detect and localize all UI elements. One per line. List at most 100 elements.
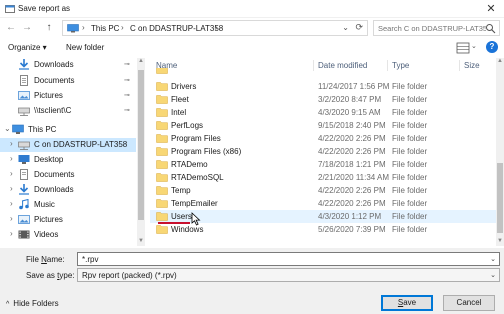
download-arrow-icon (19, 184, 29, 195)
up-arrow-icon[interactable]: ↑ (42, 21, 56, 35)
scroll-up-icon[interactable]: ▲ (137, 58, 145, 64)
navigation-pane: Downloads ⊸ Documents ⊸ Pictures ⊸ \\tsc… (0, 58, 145, 246)
forward-arrow-icon[interactable]: → (20, 21, 34, 35)
table-row[interactable]: RTADemo 7/18/2018 1:21 PM File folder (150, 158, 496, 171)
pin-icon: ⊸ (124, 61, 130, 68)
expand-chevron-icon[interactable]: › (10, 184, 13, 193)
table-row[interactable]: Intel 4/3/2020 9:15 AM File folder (150, 106, 496, 119)
help-icon[interactable]: ? (486, 41, 498, 53)
table-row[interactable]: Program Files 4/22/2020 2:26 PM File fol… (150, 132, 496, 145)
scrollbar-thumb[interactable] (138, 70, 144, 220)
nav-item-documents-pc[interactable]: › Documents (4, 168, 136, 182)
table-row[interactable]: RTADemoSQL 2/21/2020 11:34 AM File folde… (150, 171, 496, 184)
nav-item-downloads-pc[interactable]: › Downloads (4, 183, 136, 197)
table-row[interactable]: Temp 4/22/2020 2:26 PM File folder (150, 184, 496, 197)
expand-chevron-icon[interactable]: › (10, 169, 13, 178)
file-date: 7/18/2018 1:21 PM (318, 160, 386, 169)
save-type-select[interactable]: Rpv report (packed) (*.rpv) ⌄ (77, 268, 500, 282)
nav-item-c-drive[interactable]: › C on DDASTRUP-LAT358 (0, 138, 136, 152)
expand-chevron-icon[interactable]: › (10, 154, 13, 163)
expand-chevron-icon[interactable]: › (10, 229, 13, 238)
search-box[interactable] (373, 20, 500, 36)
file-name: Program Files (x86) (171, 147, 242, 156)
nav-item-pictures[interactable]: Pictures ⊸ (4, 89, 136, 103)
chevron-down-icon[interactable]: ⌄ (490, 271, 496, 279)
annotation-underline (158, 222, 190, 224)
scrollbar-thumb[interactable] (497, 163, 503, 233)
expand-chevron-icon[interactable]: › (10, 139, 13, 148)
folder-icon (156, 160, 168, 169)
save-button[interactable]: Save (381, 295, 433, 311)
search-input[interactable] (378, 22, 486, 34)
table-row[interactable]: PerfLogs 9/15/2018 2:40 PM File folder (150, 119, 496, 132)
video-icon (18, 230, 30, 239)
network-drive-icon (18, 141, 30, 150)
computer-icon (12, 124, 24, 134)
nav-item-videos[interactable]: › Videos (4, 228, 136, 242)
folder-icon (156, 68, 168, 74)
table-row-users[interactable]: Users 4/3/2020 1:12 PM File folder (150, 210, 496, 223)
table-row[interactable]: TempEmailer 4/22/2020 2:26 PM File folde… (150, 197, 496, 210)
view-options-icon[interactable] (456, 42, 470, 54)
nav-item-pictures-pc[interactable]: › Pictures (4, 213, 136, 227)
nav-item-label: \\tsclient\C (34, 106, 72, 115)
download-arrow-icon (19, 59, 29, 70)
folder-icon (156, 225, 168, 234)
table-row[interactable]: Drivers 11/24/2017 1:56 PM File folder (150, 80, 496, 93)
scroll-up-icon[interactable]: ▲ (496, 58, 504, 64)
breadcrumb-this-pc[interactable]: This PC (91, 24, 119, 33)
table-row[interactable]: Program Files (x86) 4/22/2020 2:26 PM Fi… (150, 145, 496, 158)
pin-icon: ⊸ (124, 92, 130, 99)
file-date: 4/22/2020 2:26 PM (318, 199, 386, 208)
file-list: ^ Name Date modified Type Size Drivers 1… (150, 58, 504, 246)
hide-folders-toggle[interactable]: ^ Hide Folders (6, 299, 59, 308)
search-icon (486, 24, 496, 34)
scroll-down-icon[interactable]: ▼ (496, 238, 504, 244)
expand-chevron-icon[interactable]: › (10, 199, 13, 208)
chevron-down-icon[interactable]: ⌄ (342, 23, 349, 32)
toolbar: Organize ▾ New folder ⌄ ? (0, 40, 504, 56)
nav-item-this-pc[interactable]: ⌄ This PC (4, 123, 136, 137)
back-arrow-icon[interactable]: ← (4, 21, 18, 35)
picture-icon (18, 91, 30, 100)
cancel-button[interactable]: Cancel (443, 295, 495, 311)
folder-icon (156, 108, 168, 117)
file-list-scrollbar[interactable]: ▲ ▼ (496, 58, 504, 246)
window-title: Save report as (18, 4, 71, 13)
table-row-partial[interactable] (150, 68, 496, 74)
file-type: File folder (392, 225, 428, 234)
caret-up-icon: ^ (6, 301, 10, 308)
document-icon (20, 169, 28, 180)
nav-item-desktop[interactable]: › Desktop (4, 153, 136, 167)
scroll-down-icon[interactable]: ▼ (137, 238, 145, 244)
nav-scrollbar[interactable]: ▲ ▼ (137, 58, 145, 246)
nav-item-label: Documents (34, 170, 75, 179)
expand-chevron-icon[interactable]: ⌄ (4, 124, 11, 133)
address-bar[interactable]: › This PC › C on DDASTRUP-LAT358 › ⌄ ⟳ (62, 20, 368, 36)
file-name-value[interactable]: *.rpv (82, 255, 98, 264)
file-name-field[interactable]: *.rpv ⌄ (77, 252, 500, 266)
close-icon[interactable]: ✕ (484, 2, 498, 16)
nav-item-tsclient[interactable]: \\tsclient\C ⊸ (4, 104, 136, 118)
new-folder-button[interactable]: New folder (66, 43, 104, 52)
nav-item-music[interactable]: › Music (4, 198, 136, 212)
breadcrumb-c-drive[interactable]: C on DDASTRUP-LAT358 (130, 24, 223, 33)
chevron-down-icon[interactable]: ⌄ (490, 255, 496, 263)
refresh-icon[interactable]: ⟳ (355, 22, 363, 33)
file-name: Fleet (171, 95, 189, 104)
document-icon (20, 75, 28, 86)
expand-chevron-icon[interactable]: › (10, 214, 13, 223)
save-form: File Name: *.rpv ⌄ Save as type: Rpv rep… (0, 248, 504, 314)
file-name: RTADemo (171, 160, 208, 169)
organize-button[interactable]: Organize ▾ (8, 43, 47, 52)
nav-item-downloads[interactable]: Downloads ⊸ (4, 58, 136, 72)
file-name: Temp (171, 186, 191, 195)
nav-item-documents[interactable]: Documents ⊸ (4, 74, 136, 88)
file-date: 4/3/2020 9:15 AM (318, 108, 381, 117)
table-row[interactable]: Fleet 3/2/2020 8:47 PM File folder (150, 93, 496, 106)
table-row[interactable]: Windows 5/26/2020 7:39 PM File folder (150, 223, 496, 236)
chevron-down-icon[interactable]: ⌄ (471, 42, 477, 50)
mouse-cursor-icon (191, 212, 201, 226)
breadcrumb-separator: › (121, 23, 124, 32)
nav-item-label: Music (34, 200, 55, 209)
